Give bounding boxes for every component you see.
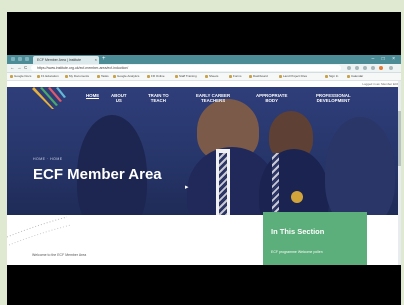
bookmark-item[interactable]: Staff Training	[175, 74, 197, 79]
url-field[interactable]: https://www.institute.org.uk/ecf-member-…	[31, 65, 341, 71]
section-title: In This Section	[271, 227, 325, 236]
bookmark-item[interactable]: Tasks	[97, 74, 109, 79]
profile-avatar[interactable]	[379, 66, 383, 70]
account-status[interactable]: Logged in as: Member ECF	[347, 82, 399, 86]
page-title: ECF Member Area	[33, 166, 162, 183]
blazer-badge	[291, 191, 303, 203]
site-logo[interactable]	[32, 87, 82, 109]
student-figure	[325, 117, 395, 215]
nav-early-career[interactable]: EARLY CAREER TEACHERS	[196, 93, 230, 103]
address-row: ← → C https://www.institute.org.uk/ecf-m…	[7, 64, 401, 73]
mouse-cursor-icon: ▸	[185, 184, 189, 191]
window-controls[interactable]: – □ ×	[372, 55, 399, 63]
menu-icon[interactable]	[389, 66, 393, 70]
nav-professional-development[interactable]: PROFESSIONAL DEVELOPMENT	[316, 93, 351, 103]
bookmark-item[interactable]: My Documents	[65, 74, 89, 79]
striped-tie	[219, 153, 227, 215]
letterbox-bottom	[7, 265, 401, 305]
tab-list-icon[interactable]	[18, 57, 22, 61]
in-this-section-panel: In This Section ECF programme Welcome po…	[263, 212, 367, 265]
bookmark-item[interactable]: F1 Education	[37, 74, 59, 79]
bookmark-item[interactable]: Google Docs	[10, 74, 31, 79]
tab-title: ECF Member Area | Institute	[37, 58, 82, 62]
tab-close-icon[interactable]: ×	[95, 56, 97, 64]
bookmark-item[interactable]: Google Analytics	[113, 74, 139, 79]
breadcrumb[interactable]: HOME · HOME	[33, 157, 63, 161]
app-icon	[11, 57, 15, 61]
bookmark-item[interactable]: Sheets	[205, 74, 218, 79]
nav-appropriate-body[interactable]: APPROPRIATE BODY	[256, 93, 287, 103]
tab-active[interactable]: ECF Member Area | Institute ×	[33, 56, 99, 64]
extension-icon[interactable]	[363, 66, 367, 70]
bookmark-item[interactable]: Sign In	[325, 74, 338, 79]
welcome-text: Welcome to the ECF Member Area	[32, 253, 87, 257]
nav-train-to-teach[interactable]: TRAIN TO TEACH	[148, 93, 169, 103]
striped-tie	[272, 153, 279, 215]
bookmark-item[interactable]: Calendar	[347, 74, 363, 79]
forward-icon[interactable]: →	[17, 65, 22, 71]
extension-icon[interactable]	[347, 66, 351, 70]
extension-icon[interactable]	[355, 66, 359, 70]
scrollbar[interactable]	[398, 81, 401, 265]
nav-home[interactable]: HOME	[86, 93, 100, 99]
bookmark-item[interactable]: Land Project Files	[279, 74, 307, 79]
bookmark-item[interactable]: FR Online	[147, 74, 165, 79]
bookmark-item[interactable]: Forms	[229, 74, 242, 79]
pinned-tab-icon[interactable]	[25, 57, 29, 61]
extension-icon[interactable]	[371, 66, 375, 70]
student-figure	[77, 115, 147, 215]
browser-window: ECF Member Area | Institute × + – □ × ← …	[7, 55, 401, 265]
student-figure	[259, 149, 329, 215]
tab-bar: ECF Member Area | Institute × + – □ ×	[7, 55, 401, 64]
nav-about[interactable]: ABOUT US	[111, 93, 127, 103]
letterbox-top	[7, 12, 401, 55]
new-tab-button[interactable]: +	[102, 56, 106, 63]
bookmark-item[interactable]: Dashboard	[249, 74, 268, 79]
section-link[interactable]: ECF programme Welcome pollen	[271, 250, 323, 254]
bookmarks-bar: Google Docs F1 Education My Documents Ta…	[7, 73, 401, 81]
scrollbar-thumb[interactable]	[398, 111, 401, 166]
back-icon[interactable]: ←	[10, 65, 15, 71]
reload-icon[interactable]: C	[24, 65, 27, 71]
hero-banner: HOME ABOUT US TRAIN TO TEACH EARLY CAREER T…	[7, 87, 401, 215]
